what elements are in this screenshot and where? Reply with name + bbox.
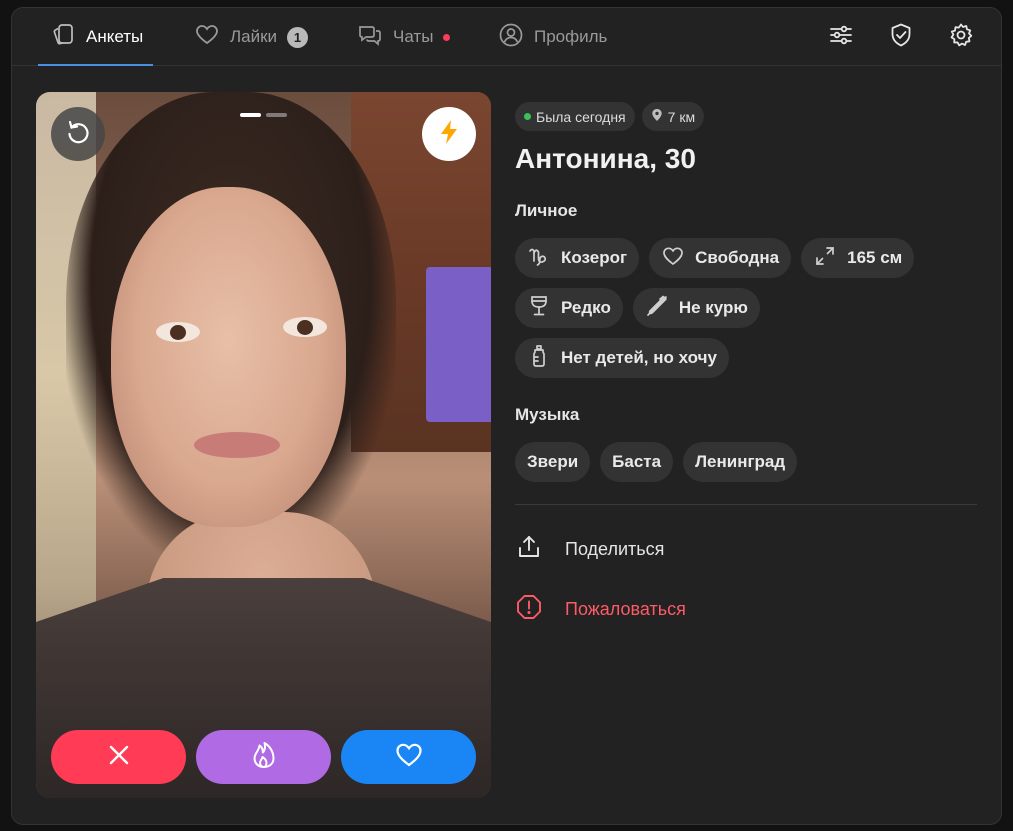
swipe-actions xyxy=(51,730,476,784)
status-row: Была сегодня 7 км xyxy=(515,102,977,131)
shield-check-icon xyxy=(888,22,914,53)
tab-likes[interactable]: Лайки 1 xyxy=(194,8,309,66)
dislike-button[interactable] xyxy=(51,730,186,784)
super-like-button[interactable] xyxy=(196,730,331,784)
tag-smoking: Не курю xyxy=(632,288,760,328)
tag-label: Свободна xyxy=(695,248,780,267)
filters-button[interactable] xyxy=(827,23,855,51)
tag-label: Козерог xyxy=(561,248,628,267)
gear-icon xyxy=(948,22,974,53)
divider xyxy=(515,504,977,505)
tag-label: Редко xyxy=(561,298,611,317)
close-icon xyxy=(104,740,134,775)
profile-info: Была сегодня 7 км Антонина, 30 Личное Ко xyxy=(515,102,977,626)
photo-indicator[interactable] xyxy=(266,113,287,117)
baby-bottle-icon xyxy=(527,344,551,373)
tab-label: Лайки xyxy=(230,27,278,46)
tag-alcohol: Редко xyxy=(515,288,623,328)
personal-tags: Козерог Свободна 165 см Редко Не курю Не… xyxy=(515,238,935,378)
tab-label: Профиль xyxy=(534,27,608,46)
tag-relationship: Свободна xyxy=(649,238,792,278)
heart-icon xyxy=(394,740,424,775)
photo-mouth xyxy=(194,432,280,458)
height-icon xyxy=(813,244,837,273)
heart-icon xyxy=(194,22,220,53)
tab-profile[interactable]: Профиль xyxy=(498,8,607,66)
online-dot xyxy=(524,113,531,120)
music-tag: Звери xyxy=(515,442,591,482)
tag-children: Нет детей, но хочу xyxy=(515,338,729,378)
photo-indicators xyxy=(240,113,287,117)
tab-ankety[interactable]: Анкеты xyxy=(37,8,154,66)
tag-zodiac: Козерог xyxy=(515,238,640,278)
flame-icon xyxy=(249,740,279,775)
undo-icon xyxy=(63,117,93,152)
top-nav: Анкеты Лайки 1 Чаты Профиль xyxy=(12,8,1001,66)
tab-label: Анкеты xyxy=(86,27,144,46)
chat-icon xyxy=(357,22,383,53)
personal-section-title: Личное xyxy=(515,201,578,220)
tag-label: Не курю xyxy=(678,298,748,317)
app-window: Анкеты Лайки 1 Чаты Профиль Была сегодня… xyxy=(11,7,1002,825)
music-tags: Звери Баста Ленинград xyxy=(515,442,935,482)
photo-indicator[interactable] xyxy=(240,113,261,117)
settings-button[interactable] xyxy=(947,23,975,51)
heart-icon xyxy=(661,244,685,273)
online-status-badge: Была сегодня xyxy=(515,102,635,131)
cards-icon xyxy=(50,22,76,53)
filters-icon xyxy=(828,22,854,53)
photo-eye xyxy=(156,322,200,342)
distance-badge: 7 км xyxy=(641,102,705,131)
online-status-text: Была сегодня xyxy=(536,108,626,125)
music-tag: Баста xyxy=(600,442,674,482)
boost-button[interactable] xyxy=(422,107,476,161)
music-tag: Ленинград xyxy=(683,442,798,482)
user-icon xyxy=(498,22,524,53)
wine-glass-icon xyxy=(527,294,551,323)
tab-chats[interactable]: Чаты xyxy=(357,8,451,66)
photo-background-binder xyxy=(426,267,491,422)
capricorn-icon xyxy=(527,244,551,273)
safety-button[interactable] xyxy=(887,23,915,51)
music-section-title: Музыка xyxy=(515,405,580,424)
tag-height: 165 см xyxy=(801,238,915,278)
lightning-icon xyxy=(435,118,463,151)
alert-octagon-icon xyxy=(515,593,543,626)
report-label: Пожаловаться xyxy=(565,599,686,619)
likes-count-badge: 1 xyxy=(287,26,309,48)
tab-label: Чаты xyxy=(393,27,434,46)
tag-label: Нет детей, но хочу xyxy=(561,348,717,367)
like-button[interactable] xyxy=(341,730,476,784)
distance-text: 7 км xyxy=(667,108,696,125)
profile-name-age: Антонина, 30 xyxy=(515,143,696,174)
share-icon xyxy=(515,533,543,566)
tag-label: 165 см xyxy=(847,248,903,267)
unread-dot xyxy=(443,33,451,41)
report-button[interactable]: Пожаловаться xyxy=(515,593,977,626)
location-pin-icon xyxy=(651,108,663,125)
undo-button[interactable] xyxy=(51,107,105,161)
share-button[interactable]: Поделиться xyxy=(515,533,977,566)
photo-face xyxy=(111,187,346,527)
share-label: Поделиться xyxy=(565,539,665,559)
no-smoking-icon xyxy=(645,294,669,323)
profile-photo-card[interactable] xyxy=(36,92,491,798)
photo-eye xyxy=(283,317,327,337)
